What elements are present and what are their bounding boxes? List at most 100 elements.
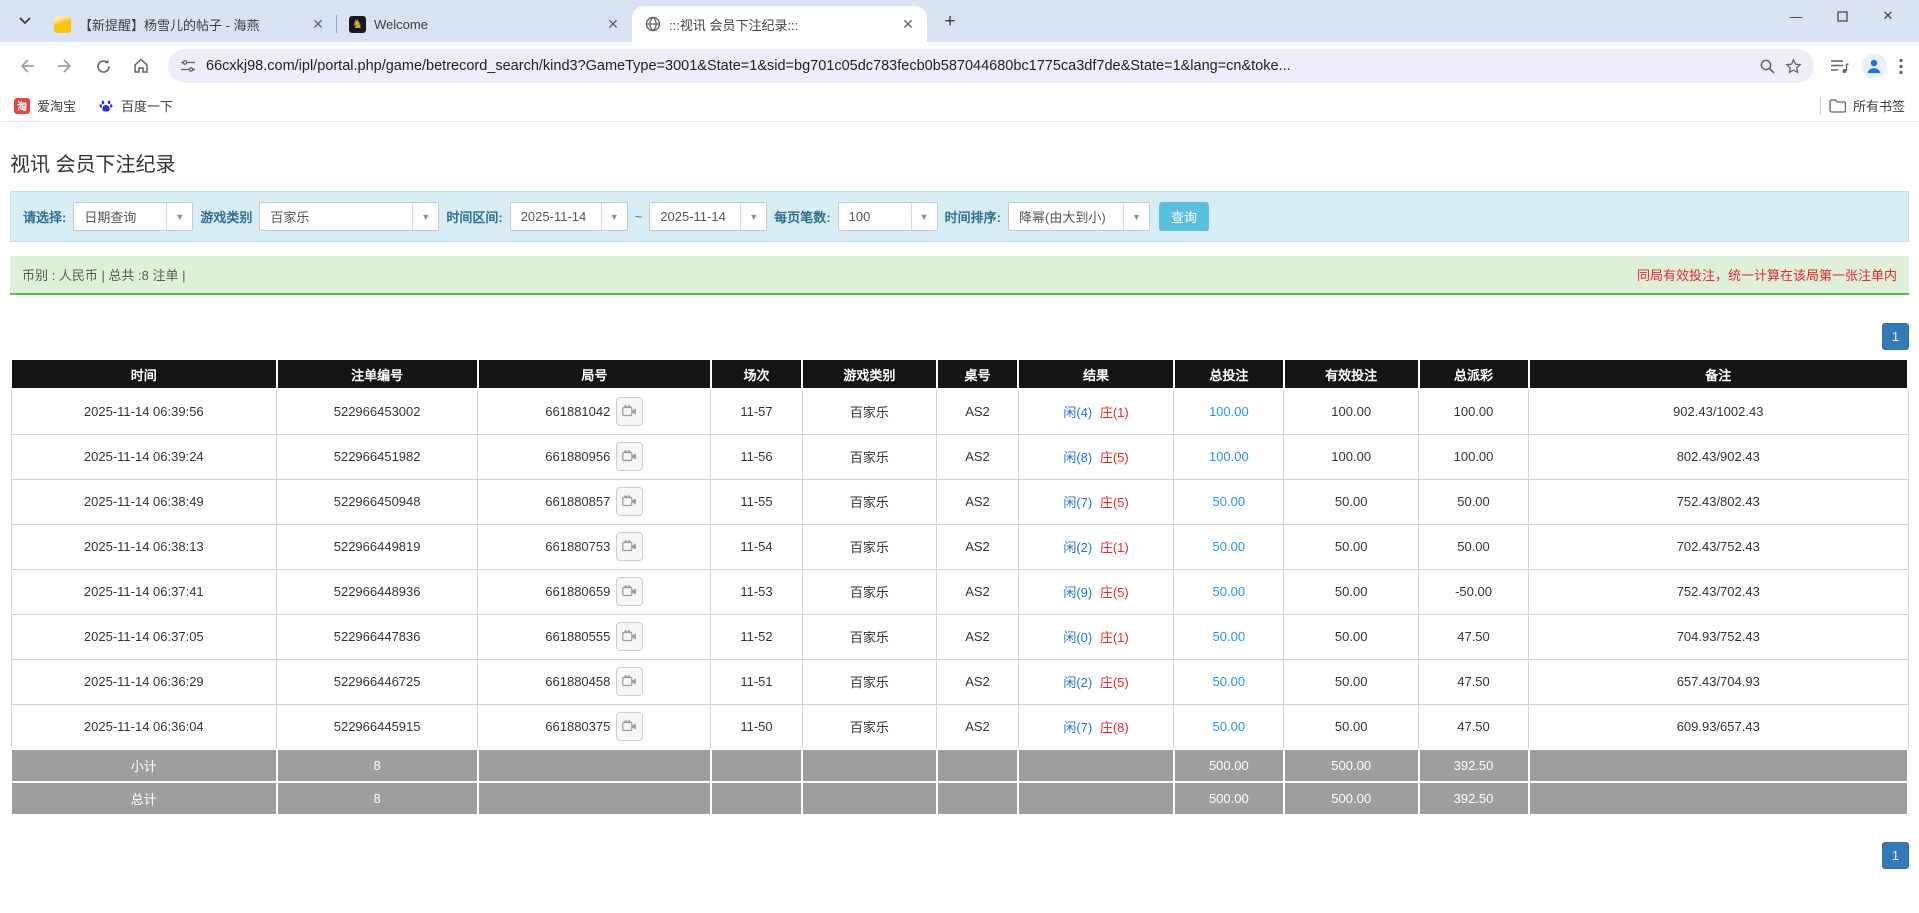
- bet-records-table: 时间 注单编号 局号 场次 游戏类别 桌号 结果 总投注 有效投注 总派彩 备注…: [10, 358, 1910, 816]
- menu-dots-icon[interactable]: [1899, 58, 1903, 75]
- bookmark-baidu[interactable]: 百度一下: [98, 96, 173, 115]
- currency-total-text: 币别 : 人民币 | 总共 :8 注单 |: [22, 268, 186, 283]
- cell-table-no: AS2: [936, 568, 1019, 615]
- new-tab-button[interactable]: +: [935, 7, 965, 37]
- table-row: 2025-11-14 06:36:04 522966445915 6618803…: [10, 703, 1909, 750]
- cell-payout: 50.00: [1417, 523, 1530, 570]
- result-banker: 庄(1): [1099, 630, 1129, 645]
- forward-button[interactable]: [48, 49, 82, 83]
- back-button[interactable]: [10, 49, 44, 83]
- round-id: 661880753: [545, 539, 611, 554]
- site-settings-icon[interactable]: [180, 58, 196, 74]
- taobao-icon: 淘: [14, 97, 30, 114]
- game-type-select[interactable]: 百家乐 ▼: [259, 202, 440, 231]
- table-row: 2025-11-14 06:37:05 522966447836 6618805…: [10, 613, 1909, 660]
- bookmarks-divider: [1819, 96, 1821, 115]
- game-type-label: 游戏类别: [200, 210, 253, 225]
- total-bet-link[interactable]: 50.00: [1213, 629, 1246, 644]
- video-replay-button[interactable]: [616, 442, 644, 471]
- page-1-button[interactable]: 1: [1882, 842, 1909, 869]
- cell-round: 661880956: [477, 433, 712, 480]
- page-size-select[interactable]: 100 ▼: [837, 202, 938, 231]
- maximize-button[interactable]: [1819, 0, 1865, 32]
- folder-icon: [1829, 98, 1846, 113]
- all-bookmarks-button[interactable]: 所有书签: [1829, 96, 1905, 115]
- bookmark-star-icon[interactable]: [1785, 57, 1802, 75]
- total-bet-link[interactable]: 50.00: [1213, 494, 1246, 509]
- globe-favicon-icon: [644, 16, 661, 33]
- subtotal-row: 小计 8 500.00 500.00 392.50: [10, 748, 1910, 783]
- browser-tab-welcome[interactable]: ♞ Welcome ✕: [336, 6, 632, 42]
- page-1-button[interactable]: 1: [1882, 323, 1909, 350]
- total-bet-link[interactable]: 100.00: [1209, 449, 1249, 464]
- total-valid-bet: 500.00: [1282, 781, 1420, 816]
- date-to-select[interactable]: 2025-11-14 ▼: [649, 202, 768, 231]
- profile-avatar[interactable]: [1861, 53, 1887, 79]
- person-icon: [1867, 59, 1881, 73]
- cell-time: 2025-11-14 06:39:56: [10, 388, 278, 435]
- video-replay-button[interactable]: [616, 532, 644, 561]
- result-banker: 庄(5): [1099, 450, 1129, 465]
- video-replay-button[interactable]: [616, 622, 644, 651]
- cell-game-type: 百家乐: [801, 568, 938, 615]
- video-replay-button[interactable]: [616, 711, 644, 741]
- cell-result: 闲(7) 庄(8): [1017, 703, 1175, 750]
- media-controls-icon[interactable]: [1830, 58, 1849, 75]
- url-text[interactable]: 66cxkj98.com/ipl/portal.php/game/betreco…: [206, 58, 1749, 74]
- tab-close-icon[interactable]: ✕: [309, 15, 327, 33]
- tab-title: :::视讯 会员下注纪录:::: [669, 17, 799, 33]
- tab-close-icon[interactable]: ✕: [604, 15, 622, 33]
- cell-result: 闲(2) 庄(5): [1017, 658, 1175, 705]
- minimize-button[interactable]: —: [1773, 0, 1819, 32]
- video-camera-icon: [622, 720, 637, 731]
- cell-game-type: 百家乐: [801, 613, 938, 660]
- round-id: 661880956: [545, 449, 611, 464]
- browser-tab-forum[interactable]: 【新提醒】杨雪儿的帖子 - 海燕 ✕: [42, 6, 337, 42]
- total-bet-link[interactable]: 50.00: [1213, 584, 1246, 599]
- tab-close-icon[interactable]: ✕: [899, 15, 917, 33]
- search-button[interactable]: 查询: [1158, 202, 1209, 231]
- cell-bet-id: 522966446725: [276, 658, 479, 705]
- cell-table-no: AS2: [936, 703, 1019, 750]
- video-replay-button[interactable]: [616, 667, 644, 696]
- tab-strip: 【新提醒】杨雪儿的帖子 - 海燕 ✕ ♞ Welcome ✕ :::视讯 会员下…: [0, 0, 1919, 42]
- result-player: 闲(0): [1063, 630, 1093, 645]
- header-round: 局号: [476, 358, 712, 390]
- tab-title: 【新提醒】杨雪儿的帖子 - 海燕: [79, 17, 260, 33]
- zoom-icon[interactable]: [1759, 58, 1775, 74]
- video-replay-button[interactable]: [616, 397, 644, 427]
- cell-payout: 50.00: [1417, 478, 1530, 525]
- time-sort-select[interactable]: 降幂(由大到小) ▼: [1007, 202, 1150, 231]
- cell-time: 2025-11-14 06:37:41: [10, 568, 278, 615]
- query-mode-select[interactable]: 日期查询 ▼: [73, 202, 194, 231]
- browser-tab-betrecord-active[interactable]: :::视讯 会员下注纪录::: ✕: [632, 6, 927, 42]
- tab-search-button[interactable]: [8, 4, 42, 38]
- video-replay-button[interactable]: [616, 487, 644, 516]
- cell-round: 661881042: [477, 388, 712, 435]
- header-note: 备注: [1527, 358, 1910, 390]
- cell-round: 661880458: [477, 658, 712, 705]
- address-bar[interactable]: 66cxkj98.com/ipl/portal.php/game/betreco…: [168, 49, 1814, 83]
- baidu-paw-icon: [98, 97, 115, 114]
- total-bet-link[interactable]: 50.00: [1213, 539, 1246, 554]
- total-bet-link[interactable]: 50.00: [1213, 674, 1246, 689]
- total-bet-link[interactable]: 50.00: [1213, 719, 1246, 734]
- date-from-select[interactable]: 2025-11-14 ▼: [509, 202, 628, 231]
- cell-bet-id: 522966449819: [276, 523, 479, 570]
- all-bookmarks-label: 所有书签: [1852, 99, 1905, 114]
- video-replay-button[interactable]: [616, 577, 644, 606]
- bookmark-aitaobao[interactable]: 淘 爱淘宝: [14, 96, 76, 115]
- refresh-button[interactable]: [86, 49, 120, 83]
- close-window-button[interactable]: ✕: [1865, 0, 1911, 32]
- result-banker: 庄(5): [1099, 585, 1129, 600]
- cell-note: 752.43/702.43: [1528, 568, 1909, 615]
- table-row: 2025-11-14 06:38:13 522966449819 6618807…: [10, 523, 1909, 570]
- cell-session: 11-55: [710, 478, 803, 525]
- total-bet-link[interactable]: 100.00: [1209, 404, 1249, 419]
- video-camera-icon: [622, 405, 637, 417]
- home-button[interactable]: [124, 49, 158, 83]
- table-row: 2025-11-14 06:39:24 522966451982 6618809…: [10, 433, 1909, 480]
- header-result: 结果: [1017, 358, 1175, 390]
- cell-round: 661880857: [477, 478, 712, 525]
- cell-table-no: AS2: [936, 478, 1019, 525]
